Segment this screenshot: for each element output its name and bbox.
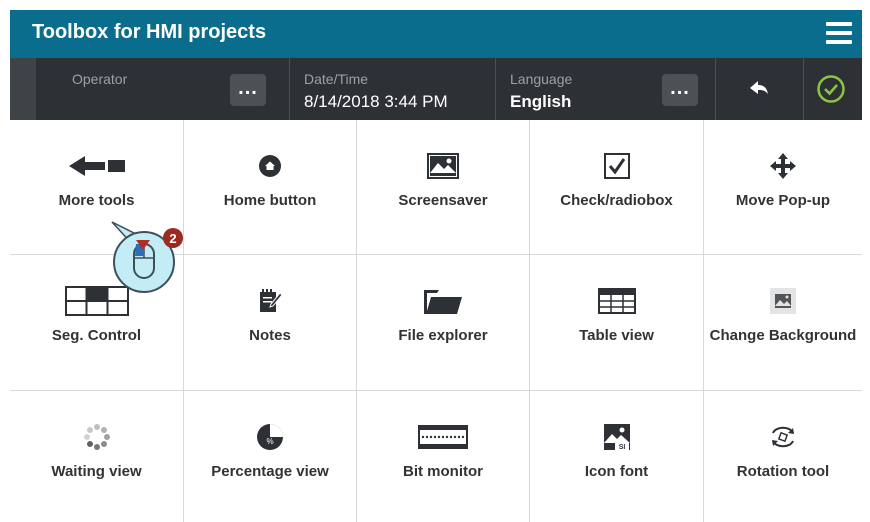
hamburger-menu-icon[interactable] [826, 22, 852, 44]
tool-label: Move Pop-up [735, 192, 831, 209]
tool-label: Percentage view [211, 463, 329, 480]
title-bar: Toolbox for HMI projects [10, 10, 862, 58]
operator-indicator [10, 58, 36, 120]
table-icon [597, 288, 636, 314]
tool-notes[interactable]: Notes [184, 255, 357, 391]
tool-label: Home button [223, 192, 317, 209]
back-button[interactable] [716, 58, 804, 120]
tool-label: Check/radiobox [560, 192, 673, 209]
tool-label: Seg. Control [51, 327, 142, 344]
language-label: Language [510, 71, 573, 87]
tool-file-explorer[interactable]: File explorer [357, 255, 530, 391]
tool-bit-monitor[interactable]: Bit monitor [357, 391, 530, 522]
tool-label: Change Background [709, 327, 857, 344]
tool-label: Table view [579, 327, 654, 344]
language-value: English [510, 92, 572, 111]
home-icon [259, 155, 281, 177]
bit-monitor-icon [418, 425, 468, 449]
move-arrows-icon [770, 153, 796, 179]
operator-more-button[interactable]: ... [230, 74, 266, 106]
tool-label: More tools [58, 192, 135, 209]
tool-more-tools[interactable]: More tools [10, 120, 184, 255]
spinner-icon [83, 424, 110, 450]
tool-percentage-view[interactable]: % Percentage view [184, 391, 357, 522]
checkbox-icon [603, 153, 630, 179]
notes-icon [260, 289, 283, 312]
tool-grid: More tools Home button Screensaver Check… [10, 120, 862, 522]
language-field[interactable]: Language English ... [496, 58, 716, 120]
tool-move-popup[interactable]: Move Pop-up [704, 120, 862, 255]
confirm-button[interactable] [804, 58, 862, 120]
datetime-label: Date/Time [304, 71, 369, 87]
tool-label: Screensaver [398, 192, 488, 209]
back-arrow-icon [750, 81, 768, 94]
background-image-icon [770, 288, 796, 314]
tool-label: Bit monitor [403, 463, 483, 480]
tool-label: Rotation tool [736, 463, 830, 480]
language-more-button[interactable]: ... [662, 74, 698, 106]
tool-seg-control[interactable]: Seg. Control [10, 255, 184, 391]
rotation-icon [772, 426, 794, 448]
tool-label: File explorer [398, 327, 488, 344]
operator-field[interactable]: Operator ... [10, 58, 290, 120]
tool-screensaver[interactable]: Screensaver [357, 120, 530, 255]
operator-label: Operator [72, 71, 128, 87]
page-title: Toolbox for HMI projects [32, 21, 267, 43]
tool-label: Waiting view [51, 463, 142, 480]
percent-pie-icon: % [257, 424, 283, 450]
icon-font-icon: SI [603, 424, 630, 451]
checkmark-circle-icon [817, 75, 845, 103]
segmented-control-icon [64, 286, 129, 316]
arrow-left-icon [68, 156, 125, 176]
tool-label: Notes [249, 327, 291, 344]
tool-waiting-view[interactable]: Waiting view [10, 391, 184, 522]
tool-check-radiobox[interactable]: Check/radiobox [530, 120, 704, 255]
tool-home-button[interactable]: Home button [184, 120, 357, 255]
status-bar: Operator ... Date/Time 8/14/2018 3:44 PM… [10, 58, 862, 120]
folder-icon [424, 290, 462, 314]
svg-text:%: % [266, 437, 273, 446]
image-icon [427, 153, 459, 179]
tool-label: Icon font [584, 463, 649, 480]
datetime-value: 8/14/2018 3:44 PM [304, 92, 448, 111]
tool-change-background[interactable]: Change Background [704, 255, 862, 391]
datetime-field: Date/Time 8/14/2018 3:44 PM [290, 58, 496, 120]
tool-rotation-tool[interactable]: Rotation tool [704, 391, 862, 522]
tool-icon-font[interactable]: SI Icon font [530, 391, 704, 522]
svg-text:SI: SI [618, 444, 625, 451]
tool-table-view[interactable]: Table view [530, 255, 704, 391]
